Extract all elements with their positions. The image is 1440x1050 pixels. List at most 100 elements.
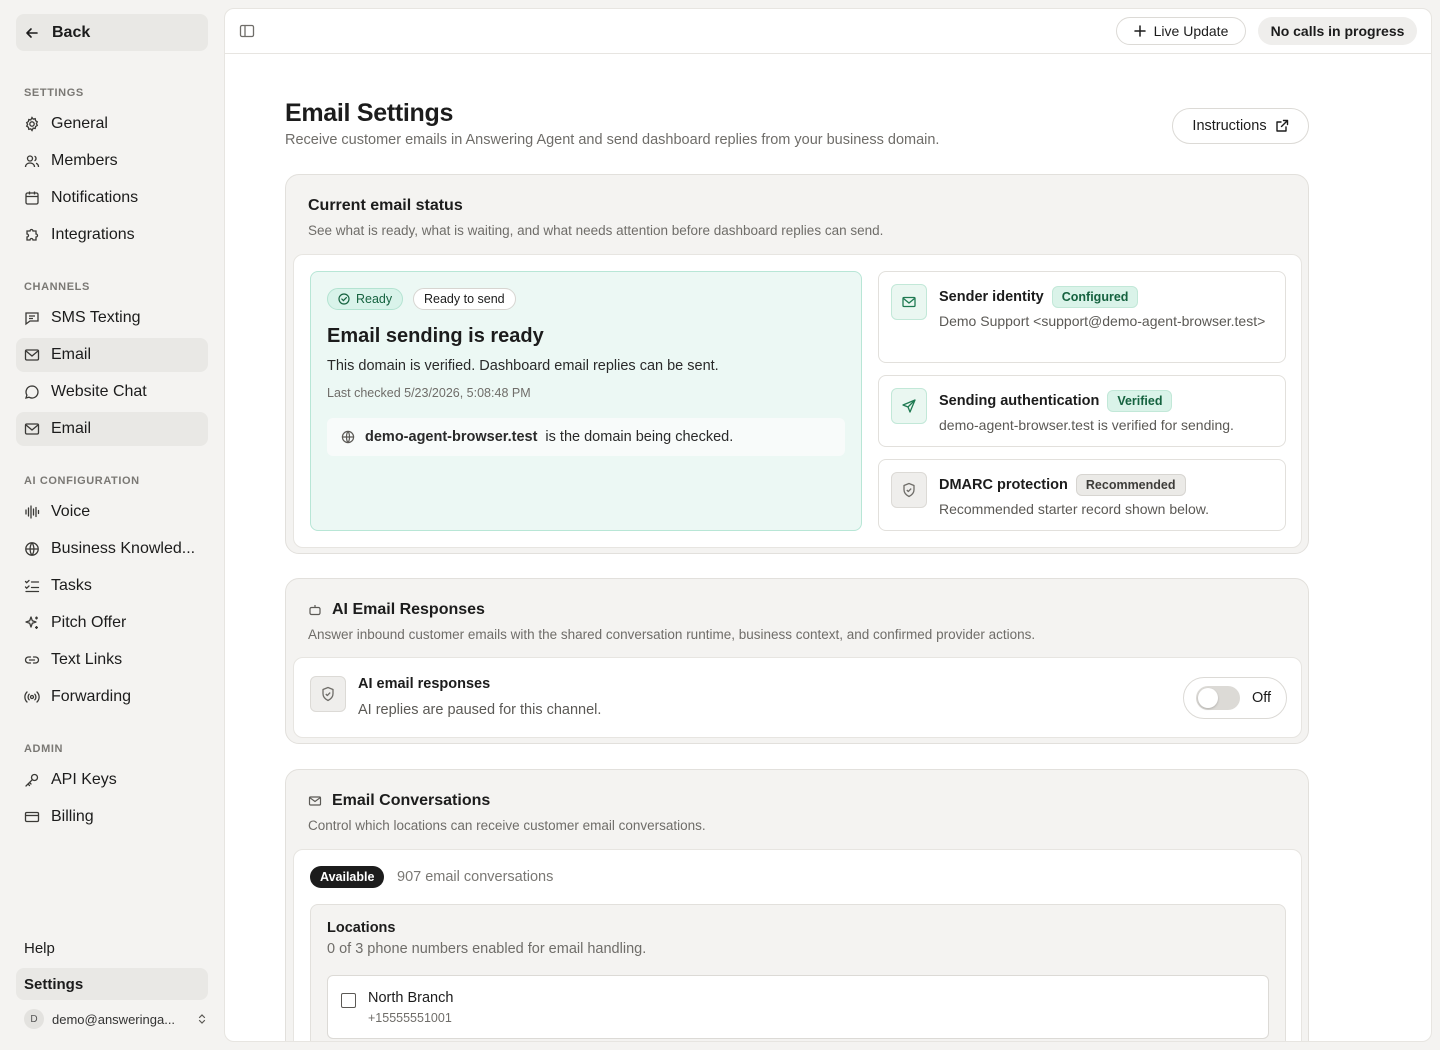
ready-panel: Ready Ready to send Email sending is rea… [310, 271, 862, 531]
sidebar-item-forwarding[interactable]: Forwarding [16, 680, 208, 714]
sidebar-item-api-keys[interactable]: API Keys [16, 763, 208, 797]
section-channels-label: CHANNELS [24, 281, 90, 293]
sidebar-item-sms-texting[interactable]: SMS Texting [16, 301, 208, 335]
bot-icon [309, 605, 321, 616]
main-panel: Live Update No calls in progress Email S… [224, 8, 1432, 1042]
help-link[interactable]: Help [24, 940, 55, 957]
sending-auth-title: Sending authentication Verified [939, 390, 1173, 412]
dmarc-label: DMARC protection [939, 477, 1068, 493]
sending-auth-card: Sending authentication Verified demo-age… [878, 375, 1286, 447]
users-icon [24, 153, 40, 169]
account-switcher[interactable]: D demo@answeringa... [24, 1008, 208, 1030]
sidebar-item-pitch-offer[interactable]: Pitch Offer [16, 606, 208, 640]
domain-box: demo-agent-browser.test is the domain be… [327, 418, 845, 456]
sidebar-item-billing[interactable]: Billing [16, 800, 208, 834]
sidebar-item-general[interactable]: General [16, 107, 208, 141]
send-icon [891, 388, 927, 424]
sidebar-item-voice[interactable]: Voice [16, 495, 208, 529]
page-title: Email Settings [285, 99, 454, 127]
sidebar-item-email-2[interactable]: Email [16, 412, 208, 446]
list-checks-icon [24, 578, 40, 594]
location-name: North Branch [368, 990, 454, 1006]
credit-card-icon [24, 809, 40, 825]
ai-inner: AI email responses AI replies are paused… [293, 657, 1302, 738]
arrow-left-icon [26, 27, 38, 38]
conversations-title: Email Conversations [308, 792, 490, 810]
live-update-button[interactable]: Live Update [1116, 17, 1246, 45]
status-card-subtitle: See what is ready, what is waiting, and … [308, 223, 884, 238]
page-subtitle: Receive customer emails in Answering Age… [285, 132, 940, 148]
sidebar-item-label: Website Chat [51, 383, 147, 400]
sidebar-item-website-chat[interactable]: Website Chat [16, 375, 208, 409]
mail-icon [24, 347, 40, 363]
ai-card-title: AI Email Responses [308, 601, 485, 619]
instructions-label: Instructions [1192, 118, 1267, 134]
conversations-subtitle: Control which locations can receive cust… [308, 818, 706, 833]
configured-badge: Configured [1051, 286, 1139, 308]
sidebar-item-text-links[interactable]: Text Links [16, 643, 208, 677]
ai-responses-toggle[interactable]: Off [1183, 677, 1287, 719]
sidebar-item-label: Business Knowled... [51, 540, 196, 557]
sidebar-item-label: Members [51, 152, 118, 169]
sender-identity-title: Sender identity Configured [939, 286, 1139, 308]
sidebar-item-label: Text Links [51, 651, 123, 668]
puzzle-icon [24, 227, 40, 243]
location-checkbox[interactable] [341, 993, 356, 1008]
mail-icon [891, 284, 927, 320]
gear-icon [24, 116, 40, 132]
sender-identity-label: Sender identity [939, 289, 1044, 305]
conversations-title-label: Email Conversations [332, 792, 491, 809]
toggle-label: Off [1252, 690, 1272, 706]
chevrons-up-down-icon [198, 1014, 206, 1024]
panel-left-icon[interactable] [239, 23, 255, 39]
sidebar-item-members[interactable]: Members [16, 144, 208, 178]
verified-badge: Verified [1107, 390, 1173, 412]
location-item[interactable]: North Branch +15555551001 [327, 975, 1269, 1039]
toggle-switch[interactable] [1196, 686, 1240, 710]
ai-email-card: AI Email Responses Answer inbound custom… [285, 578, 1309, 744]
sidebar-item-label: SMS Texting [51, 309, 141, 326]
shield-check-icon [891, 472, 927, 508]
mail-icon [308, 796, 322, 806]
sidebar-item-notifications[interactable]: Notifications [16, 181, 208, 215]
sidebar-item-settings[interactable]: Settings [16, 968, 208, 1000]
ready-pill-label: Ready [356, 292, 393, 306]
status-inner: Ready Ready to send Email sending is rea… [293, 254, 1302, 548]
sidebar-item-tasks[interactable]: Tasks [16, 569, 208, 603]
sidebar-item-email[interactable]: Email [16, 338, 208, 372]
live-update-label: Live Update [1153, 23, 1229, 39]
shield-check-icon [310, 676, 346, 712]
ready-title: Email sending is ready [327, 325, 544, 347]
external-link-icon [1275, 119, 1288, 132]
sidebar-item-label: Voice [51, 503, 91, 520]
available-pill: Available [310, 866, 385, 888]
ai-responses-desc: AI replies are paused for this channel. [358, 702, 602, 718]
sidebar-item-label: Email [51, 346, 92, 363]
dmarc-title: DMARC protection Recommended [939, 474, 1186, 496]
avatar: D [24, 1009, 44, 1029]
sending-auth-desc: demo-agent-browser.test is verified for … [939, 417, 1234, 433]
globe-icon [341, 430, 355, 444]
plus-icon [1133, 25, 1146, 37]
sidebar-item-label: Email [51, 420, 92, 437]
toggle-knob [1198, 688, 1218, 708]
dmarc-card: DMARC protection Recommended Recommended… [878, 459, 1286, 531]
ready-pill: Ready [327, 288, 404, 310]
section-admin-label: ADMIN [24, 743, 64, 755]
globe-icon [24, 541, 40, 557]
ready-to-send-pill: Ready to send [413, 288, 516, 310]
calls-status-badge: No calls in progress [1258, 17, 1417, 45]
sidebar-item-integrations[interactable]: Integrations [16, 218, 208, 252]
locations-title: Locations [327, 920, 396, 936]
topbar: Live Update No calls in progress [225, 9, 1431, 54]
back-button[interactable]: Back [16, 14, 208, 51]
conversation-count: 907 email conversations [397, 869, 554, 885]
sender-identity-desc: Demo Support <support@demo-agent-browser… [939, 313, 1266, 329]
email-status-card: Current email status See what is ready, … [285, 174, 1309, 554]
sparkles-icon [24, 615, 40, 631]
locations-subtitle: 0 of 3 phone numbers enabled for email h… [327, 941, 647, 957]
instructions-button[interactable]: Instructions [1172, 108, 1309, 144]
sidebar-item-business-knowledge[interactable]: Business Knowled... [16, 532, 208, 566]
sidebar-item-label: Notifications [51, 189, 139, 206]
section-settings-label: SETTINGS [24, 87, 84, 99]
